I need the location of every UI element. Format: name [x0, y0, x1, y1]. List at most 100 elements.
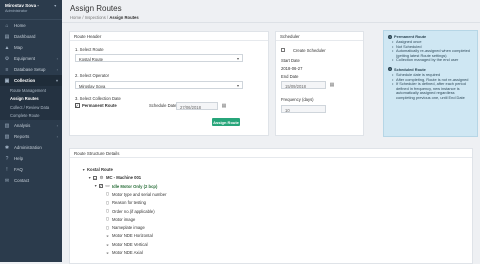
tree-node[interactable]: ▯ Nameplate image [100, 224, 145, 231]
main-content: Assign Routes Home / Inspections / Assig… [62, 0, 480, 264]
expand-toggle-icon[interactable]: ▼ [88, 176, 92, 180]
route-type-info-box: iPermanent Route Assigned onceNot Schedu… [383, 30, 478, 137]
chevron-right-icon: › [56, 67, 58, 72]
sidebar-item-label: Administration [14, 145, 42, 150]
info-list-item: If Scheduler is defined, after each peri… [392, 81, 473, 100]
sidebar-item-label: Collection [14, 78, 36, 83]
sidebar-item-help[interactable]: ? Help [0, 153, 62, 164]
document-icon: ▯ [106, 199, 109, 205]
end-date-label: End Date [281, 74, 299, 79]
sidebar-item-label: Dashboard [14, 34, 36, 39]
tree-node[interactable]: ◒ Motor NDE Vertical [100, 241, 148, 248]
tree-node-label: Motor type and serial number [112, 191, 167, 197]
assign-route-button[interactable]: Assign Route [212, 118, 240, 126]
sidebar-item-label: Equipment [14, 56, 35, 61]
machine-icon: ⚙ [99, 174, 104, 180]
chevron-down-icon: ▾ [55, 78, 58, 83]
tree-node[interactable]: ◒ Motor NDE Horizontal [100, 232, 153, 239]
tree-node-label: Kostal Route [87, 167, 113, 172]
sidebar-subitem-complete-route[interactable]: Complete Route [0, 111, 62, 120]
sidebar-item-administration[interactable]: ✱ Administration [0, 142, 62, 153]
calendar-icon[interactable]: ▦ [221, 103, 227, 109]
chart-icon: ▥ [4, 122, 10, 129]
create-scheduler-checkbox[interactable] [281, 48, 285, 52]
scheduler-panel: Scheduler Create Scheduler Start Date 20… [275, 31, 364, 136]
chevron-right-icon: › [56, 123, 58, 128]
tree-node-label: Motor NDE Axial [112, 250, 143, 255]
tree-node-label: Idle Motor Only (2 bcp) [112, 183, 158, 189]
sidebar-item-contact[interactable]: ✉ Contact [0, 175, 62, 186]
frequency-label: Frequency (days) [281, 97, 314, 102]
tree-node-checkbox[interactable]: ✓ [99, 184, 103, 189]
sidebar-item-collection[interactable]: ▣ Collection ▾ [0, 75, 62, 86]
breadcrumb-home[interactable]: Home [70, 15, 81, 20]
tree-node-checkbox[interactable]: – [93, 175, 97, 180]
sidebar-subitem-assign-routes[interactable]: Assign Routes [0, 94, 62, 103]
sensor-icon: ◒ [106, 241, 109, 247]
breadcrumb-inspections[interactable]: Inspections [85, 15, 106, 20]
calendar-icon[interactable]: ▦ [329, 82, 335, 88]
frequency-input[interactable]: 10 [281, 105, 326, 113]
sensor-icon: ◒ [106, 233, 109, 239]
sidebar-item-map[interactable]: ▲ Map [0, 42, 62, 53]
select-route-label: 1. Select Route [75, 47, 104, 52]
sidebar-item-reports[interactable]: ▧ Reports › [0, 131, 62, 142]
scheduled-route-info-list: Schedule date is requiredAfter completin… [388, 72, 473, 101]
sidebar-item-home[interactable]: ⌂ Home [0, 20, 62, 31]
faq-icon: ! [6, 166, 8, 173]
expand-toggle-icon[interactable]: ▼ [82, 168, 86, 172]
sidebar-item-dashboard[interactable]: ▤ Dashboard [0, 31, 62, 42]
home-icon: ⌂ [5, 22, 9, 29]
route-header-title: Route Header [70, 32, 268, 41]
document-icon: ▯ [106, 224, 109, 230]
sidebar-item-label: Map [14, 45, 23, 50]
sidebar-item-analysis[interactable]: ▥ Analysis › [0, 120, 62, 131]
map-icon: ▲ [4, 44, 10, 51]
tree-node-label: Nameplate image [112, 225, 145, 231]
sidebar-item-database-setup[interactable]: ≡ Database Setup › [0, 64, 62, 75]
user-role: Administrator [5, 9, 28, 13]
wrench-icon: ⚙ [4, 55, 10, 62]
tree-node-label: Order no.(if applicable) [112, 208, 155, 214]
scheduler-title: Scheduler [276, 32, 363, 41]
dashboard-icon: ▤ [4, 33, 10, 40]
sidebar-subitem-route-management[interactable]: Route Management [0, 86, 62, 95]
tree-node[interactable]: ▯ Motor type and serial number [100, 191, 166, 198]
breadcrumb-current: Assign Routes [109, 15, 139, 20]
breadcrumb: Home / Inspections / Assign Routes [70, 15, 139, 20]
folder-icon: ▭ [105, 183, 110, 189]
chevron-down-icon[interactable]: ▼ [54, 4, 57, 8]
sidebar-item-faq[interactable]: ! FAQ [0, 164, 62, 175]
tree-node[interactable]: ▯ Reason for testing [100, 199, 146, 206]
page-title: Assign Routes [70, 4, 122, 13]
sidebar: Mirostav Sova - ▼ Administrator ⌂ Home ▤ Das… [0, 0, 62, 262]
info-icon: i [388, 67, 392, 72]
sidebar-item-label: Reports [14, 134, 30, 139]
sidebar-item-label: FAQ [14, 167, 23, 172]
schedule-date-input[interactable]: 27/06/2018 [176, 102, 218, 110]
permanent-route-checkbox[interactable]: ✓ [75, 103, 80, 108]
admin-icon: ✱ [4, 144, 10, 151]
permanent-route-info-list: Assigned onceNot ScheduledAutomatically … [388, 39, 473, 63]
tree-node[interactable]: ▼ Kostal Route [82, 166, 113, 173]
permanent-route-label: Permanent Route [82, 103, 117, 108]
expand-toggle-icon[interactable]: ▼ [94, 184, 98, 188]
sidebar-subitem-collect-review-data[interactable]: Collect / Review Data [0, 103, 62, 112]
select-operator-dropdown[interactable]: Miroslav Sova ▾ [75, 81, 243, 89]
user-profile[interactable]: Mirostav Sova - ▼ Administrator [0, 0, 62, 20]
select-route-dropdown[interactable]: Kostal Route ▾ [75, 54, 243, 62]
document-icon: ▯ [106, 216, 109, 222]
tree-node[interactable]: ▼ ✓ ▭ Idle Motor Only (2 bcp) [94, 183, 157, 190]
user-name[interactable]: Mirostav Sova - [5, 3, 39, 8]
tree-node[interactable]: ▯ Order no.(if applicable) [100, 208, 155, 215]
tree-node[interactable]: ▼ – ⚙ MC - Machine 001 [88, 174, 141, 181]
sidebar-item-equipment[interactable]: ⚙ Equipment › [0, 53, 62, 64]
tree-node-label: MC - Machine 001 [106, 175, 142, 181]
tree-node[interactable]: ◒ Motor NDE Axial [100, 249, 143, 256]
create-scheduler-label: Create Scheduler [293, 48, 326, 53]
end-date-input[interactable]: 15/09/2018 [281, 81, 326, 89]
collection-date-label: 3. Select Collection Date [75, 96, 121, 101]
check-icon: ✓ [75, 102, 79, 108]
tree-node[interactable]: ▯ Motor image [100, 216, 135, 223]
select-operator-label: 2. Select Operator [75, 73, 109, 78]
